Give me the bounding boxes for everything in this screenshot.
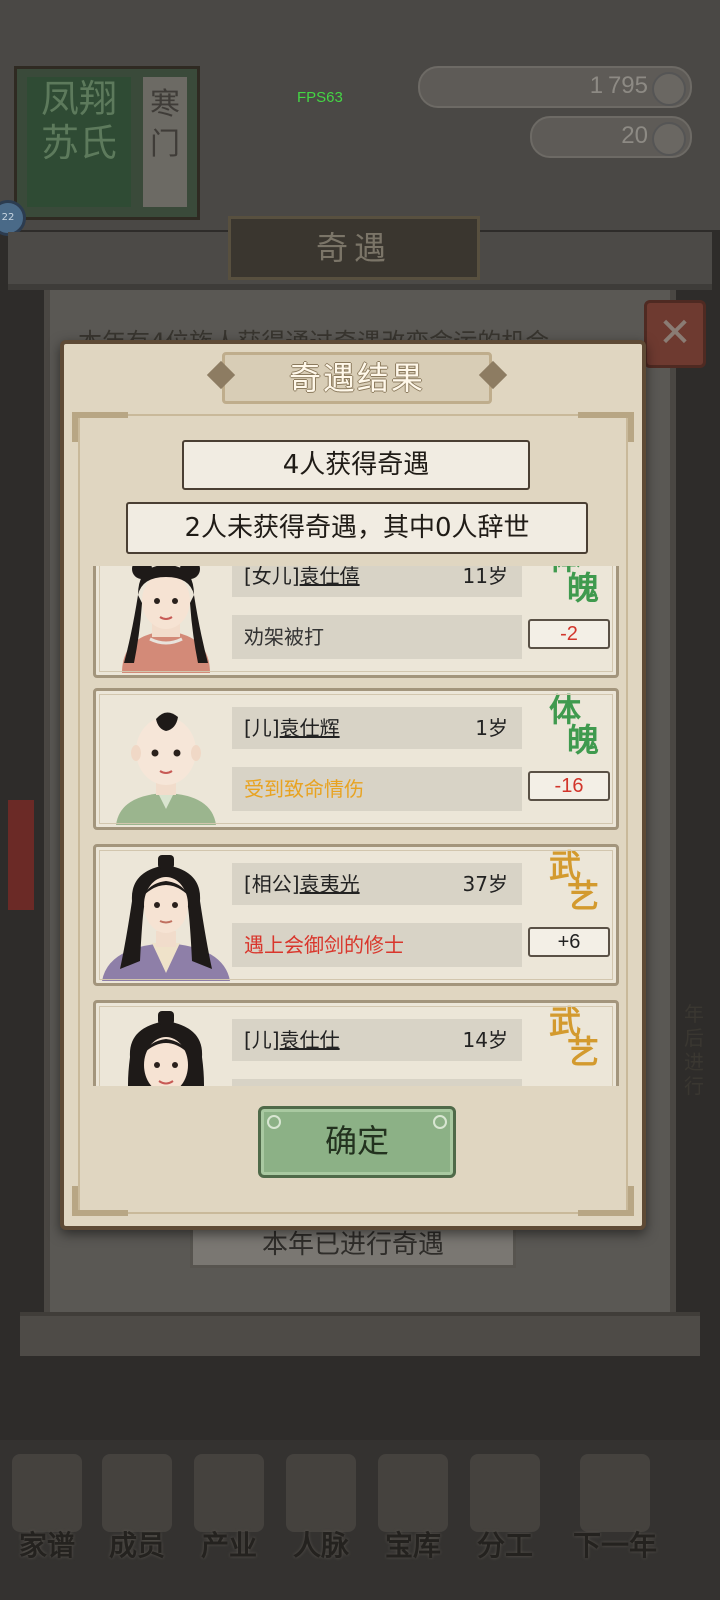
member-age: 1岁 (475, 716, 508, 740)
nav-property[interactable]: 产业 (186, 1444, 272, 1564)
building-icon (194, 1454, 264, 1532)
dialog-title-text: 奇遇结果 (288, 359, 425, 397)
person-icon (102, 1454, 172, 1532)
result-card[interactable]: [相公]袁夷光 37岁 遇上会御剑的修士 武艺 +6 (93, 844, 619, 986)
fps-counter: FPS63 (297, 89, 343, 106)
network-icon (286, 1454, 356, 1532)
attribute-label: 体魄 (549, 566, 599, 607)
result-card[interactable]: [儿]袁仕辉 1岁 受到致命情伤 体魄 -16 (93, 688, 619, 830)
clan-banner[interactable]: 凤翔苏氏 寒门 (14, 66, 200, 220)
resource-coins-value: 1 795 (589, 72, 648, 99)
member-name[interactable]: 袁仕僖 (300, 566, 360, 588)
member-info: [儿]袁仕仕 14岁 (232, 1019, 522, 1061)
corner-ornament (578, 1186, 634, 1216)
member-age: 37岁 (462, 872, 508, 896)
nav-members[interactable]: 成员 (94, 1444, 180, 1564)
attribute-delta: -16 (528, 771, 610, 801)
chest-icon (378, 1454, 448, 1532)
event-text (232, 1079, 522, 1086)
page-title-board: 奇遇 (228, 216, 480, 280)
member-name[interactable]: 袁仕仕 (280, 1028, 340, 1052)
clan-name: 凤翔苏氏 (27, 77, 131, 207)
resource-gold[interactable]: 20 (530, 116, 692, 158)
diamond-ornament (206, 360, 236, 390)
stat-missed: 2人未获得奇遇，其中0人辞世 (126, 502, 588, 554)
result-card[interactable]: [女儿]袁仕僖 11岁 劝架被打 体魄 -2 (93, 566, 619, 678)
member-info: [女儿]袁仕僖 11岁 (232, 566, 522, 597)
member-info: [相公]袁夷光 37岁 (232, 863, 522, 905)
confirm-button[interactable]: 确定 (258, 1106, 456, 1178)
avatar (102, 566, 230, 673)
result-card[interactable]: [儿]袁仕仕 14岁 武艺 (93, 1000, 619, 1086)
avatar (102, 1007, 230, 1086)
encounter-result-dialog: 奇遇结果 4人获得奇遇 2人未获得奇遇，其中0人辞世 [女儿]袁仕僖 11岁 劝… (60, 340, 646, 1230)
nav-division[interactable]: 分工 (462, 1444, 548, 1564)
result-list[interactable]: [女儿]袁仕僖 11岁 劝架被打 体魄 -2 (91, 566, 623, 1086)
member-name[interactable]: 袁夷光 (300, 872, 360, 896)
stat-gained: 4人获得奇遇 (182, 440, 530, 490)
side-tab[interactable] (8, 800, 34, 910)
book-icon (12, 1454, 82, 1532)
nav-family-tree[interactable]: 家谱 (4, 1444, 90, 1564)
close-icon[interactable]: ✕ (644, 300, 706, 368)
page-title: 奇遇 (315, 229, 392, 267)
plus-icon[interactable] (652, 122, 686, 156)
avatar (102, 851, 230, 981)
dialog-title: 奇遇结果 (206, 352, 508, 404)
nav-next-year[interactable]: 下一年 (560, 1444, 670, 1564)
corner-ornament (72, 1186, 128, 1216)
event-text: 遇上会御剑的修士 (232, 923, 522, 967)
event-text: 受到致命情伤 (232, 767, 522, 811)
corner-ornament (72, 412, 128, 442)
member-age: 11岁 (462, 566, 508, 588)
diamond-ornament (478, 360, 508, 390)
attribute-delta: +6 (528, 927, 610, 957)
member-name[interactable]: 袁仕辉 (280, 716, 340, 740)
scroll-icon (470, 1454, 540, 1532)
event-text: 劝架被打 (232, 615, 522, 659)
attribute-label: 体魄 (548, 691, 599, 759)
avatar (102, 695, 230, 825)
member-info: [儿]袁仕辉 1岁 (232, 707, 522, 749)
attribute-delta: -2 (528, 619, 610, 649)
member-age: 14岁 (462, 1028, 508, 1052)
corner-ornament (578, 412, 634, 442)
resource-gold-value: 20 (621, 122, 648, 149)
resource-coins[interactable]: 1 795 (418, 66, 692, 108)
nav-treasury[interactable]: 宝库 (370, 1444, 456, 1564)
attribute-label: 武艺 (548, 1003, 599, 1071)
coin-icon (652, 72, 686, 106)
attribute-label: 武艺 (548, 847, 599, 915)
nav-network[interactable]: 人脉 (278, 1444, 364, 1564)
side-hint-text: 年后进行 (684, 1002, 704, 1098)
scroll-bottom-rod (20, 1312, 700, 1356)
lantern-icon (580, 1454, 650, 1532)
clan-rank: 寒门 (143, 77, 187, 207)
